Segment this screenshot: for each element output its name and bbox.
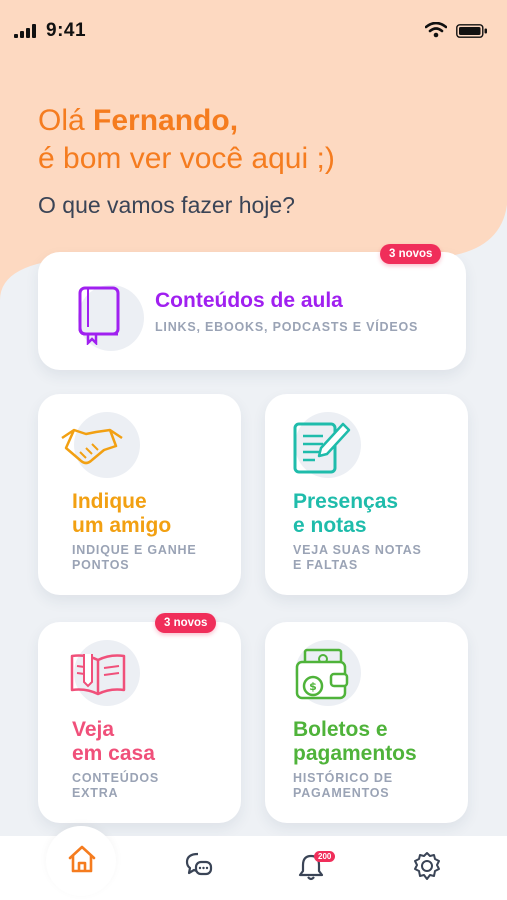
card-subtitle-line1: CONTEÚDOS bbox=[72, 771, 160, 785]
chat-icon[interactable] bbox=[185, 852, 213, 878]
greeting: Olá Fernando, é bom ver você aqui ;) bbox=[38, 102, 335, 178]
card-title-line1: Indique bbox=[72, 490, 147, 513]
home-icon[interactable] bbox=[67, 845, 97, 873]
card-title-line1: Veja bbox=[72, 718, 115, 741]
card-title-line2: em casa bbox=[72, 742, 155, 765]
wifi-icon bbox=[425, 22, 447, 38]
card-subtitle: LINKS, EBOOKS, PODCASTS E VÍDEOS bbox=[155, 320, 419, 334]
card-title-line2: um amigo bbox=[72, 514, 172, 537]
card-presencas-e-notas[interactable]: Presenças e notas VEJA SUAS NOTAS E FALT… bbox=[265, 394, 468, 595]
new-items-badge: 3 novos bbox=[380, 244, 442, 264]
notification-count-badge: 200 bbox=[314, 851, 336, 862]
card-subtitle-line2: E FALTAS bbox=[293, 558, 358, 572]
book-icon bbox=[78, 286, 120, 345]
greeting-line2: é bom ver você aqui ;) bbox=[38, 142, 335, 175]
card-subtitle-line1: VEJA SUAS NOTAS bbox=[293, 543, 422, 557]
greeting-hello: Olá bbox=[38, 104, 85, 137]
card-subtitle-line1: HISTÓRICO DE bbox=[293, 771, 393, 785]
card-indique-um-amigo[interactable]: Indique um amigo INDIQUE E GANHE PONTOS bbox=[38, 394, 241, 595]
card-title: Conteúdos de aula bbox=[155, 289, 343, 312]
status-bar: 9:41 bbox=[0, 0, 507, 60]
card-boletos-e-pagamentos[interactable]: $ Boletos e pagamentos HISTÓRICO DE PAGA… bbox=[265, 622, 468, 823]
card-subtitle: HISTÓRICO DE PAGAMENTOS bbox=[293, 771, 393, 801]
greeting-question: O que vamos fazer hoje? bbox=[38, 192, 295, 218]
card-title-line2: e notas bbox=[293, 514, 367, 537]
card-veja-em-casa[interactable]: Veja em casa CONTEÚDOS EXTRA bbox=[38, 622, 241, 823]
card-title: Veja em casa bbox=[72, 718, 155, 766]
card-subtitle-line2: PAGAMENTOS bbox=[293, 786, 390, 800]
svg-text:$: $ bbox=[309, 680, 317, 693]
card-subtitle-line2: EXTRA bbox=[72, 786, 119, 800]
card-subtitle-line1: INDIQUE E GANHE bbox=[72, 543, 197, 557]
wallet-icon: $ bbox=[295, 648, 349, 700]
card-title: Boletos e pagamentos bbox=[293, 718, 417, 766]
handshake-icon bbox=[61, 428, 123, 465]
card-conteudos-de-aula[interactable]: Conteúdos de aula LINKS, EBOOKS, PODCAST… bbox=[38, 252, 466, 370]
card-title-line2: pagamentos bbox=[293, 742, 417, 765]
card-title-line1: Boletos e bbox=[293, 718, 388, 741]
signal-icon bbox=[14, 24, 36, 38]
card-subtitle: CONTEÚDOS EXTRA bbox=[72, 771, 159, 801]
battery-icon bbox=[456, 24, 487, 38]
card-title: Presenças e notas bbox=[293, 490, 398, 538]
card-subtitle: VEJA SUAS NOTAS E FALTAS bbox=[293, 543, 422, 573]
greeting-name: Fernando, bbox=[93, 104, 239, 137]
card-subtitle: INDIQUE E GANHE PONTOS bbox=[72, 543, 197, 573]
card-title: Indique um amigo bbox=[72, 490, 171, 538]
card-title-line1: Presenças bbox=[293, 490, 399, 513]
status-time: 9:41 bbox=[46, 20, 87, 41]
open-book-icon bbox=[70, 654, 126, 696]
gear-icon[interactable] bbox=[412, 851, 442, 881]
card-subtitle-line2: PONTOS bbox=[72, 558, 130, 572]
notes-edit-icon bbox=[293, 422, 351, 474]
new-items-badge: 3 novos bbox=[155, 613, 217, 633]
